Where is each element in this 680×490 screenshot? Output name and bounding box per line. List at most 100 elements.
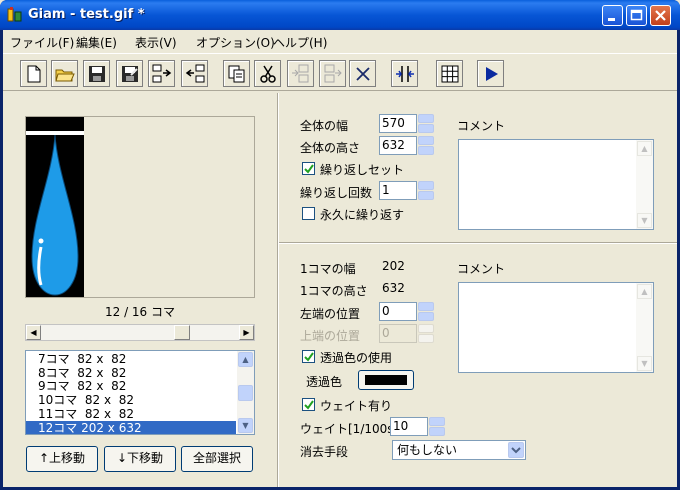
cut-button[interactable] (254, 60, 281, 87)
loop-forever-checkbox[interactable] (302, 207, 315, 220)
left-position-spinner[interactable] (418, 302, 434, 321)
total-height-input[interactable]: 632 (379, 136, 417, 155)
global-comment-label: コメント (457, 119, 506, 133)
paste-before-icon (292, 64, 309, 83)
frame-list-scroll-thumb[interactable] (238, 385, 253, 401)
global-comment-textarea[interactable]: ▲ ▼ (458, 139, 654, 230)
fit-size-icon (396, 66, 414, 82)
transparent-color-use-label: 透過色の使用 (320, 351, 393, 365)
top-position-spinner[interactable] (418, 324, 434, 343)
disposal-select[interactable]: 何もしない (392, 440, 526, 460)
paste-after-button[interactable] (319, 60, 346, 87)
loop-count-spinner[interactable] (418, 181, 434, 200)
save-as-icon (122, 66, 138, 82)
title-bar[interactable]: Giam - test.gif * (0, 0, 680, 30)
preview-image (26, 117, 84, 297)
minimize-icon (608, 18, 615, 21)
disposal-select-value: 何もしない (397, 443, 458, 457)
app-icon (7, 7, 22, 22)
menu-help[interactable]: ヘルプ(H) (273, 34, 327, 51)
paste-before-button[interactable] (287, 60, 314, 87)
save-button[interactable] (83, 60, 110, 87)
top-position-input[interactable]: 0 (379, 324, 417, 343)
open-file-button[interactable] (51, 60, 78, 87)
scroll-left-button[interactable]: ◀ (26, 325, 41, 340)
frame-height-value: 632 (379, 279, 417, 298)
export-frame-icon (185, 64, 205, 83)
menu-file[interactable]: ファイル(F) (10, 34, 74, 51)
export-frame-button[interactable] (181, 60, 208, 87)
wait-label: ウェイト有り (320, 399, 393, 413)
color-swatch (365, 375, 407, 385)
play-button[interactable] (477, 60, 504, 87)
frame-preview (25, 116, 255, 298)
loop-set-label: 繰り返しセット (320, 163, 405, 177)
save-icon (89, 66, 105, 82)
menu-view[interactable]: 表示(V) (135, 34, 177, 51)
left-position-input[interactable]: 0 (379, 302, 417, 321)
scroll-up-button[interactable]: ▲ (238, 352, 253, 367)
frame-counter: 12 / 16 コマ (104, 305, 176, 319)
fit-size-button[interactable] (391, 60, 418, 87)
disposal-label: 消去手段 (300, 445, 349, 459)
total-width-spinner[interactable] (418, 114, 434, 133)
menu-edit[interactable]: 編集(E) (76, 34, 117, 51)
wait-value-label: ウェイト[1/100s] (300, 422, 399, 436)
move-up-button[interactable]: ↑上移動 (26, 446, 98, 472)
loop-forever-label: 永久に繰り返す (320, 208, 405, 222)
delete-button[interactable] (349, 60, 376, 87)
menu-bar: ファイル(F) 編集(E) 表示(V) オプション(O) ヘルプ(H) (3, 30, 677, 52)
play-icon (486, 67, 498, 81)
move-down-button[interactable]: ↓下移動 (104, 446, 176, 472)
select-all-button[interactable]: 全部選択 (181, 446, 253, 472)
frame-slider-thumb[interactable] (173, 325, 190, 340)
maximize-button[interactable] (626, 5, 647, 26)
frame-list-scrollbar[interactable]: ▲ ▼ (237, 351, 254, 434)
window-title: Giam - test.gif * (28, 7, 145, 22)
save-as-button[interactable] (116, 60, 143, 87)
chevron-down-icon[interactable] (508, 442, 524, 458)
frame-width-label: 1コマの幅 (300, 262, 356, 276)
transparent-color-label: 透過色 (306, 375, 343, 389)
check-icon (304, 164, 314, 174)
loop-count-input[interactable]: 1 (379, 181, 417, 200)
copy-button[interactable] (223, 60, 250, 87)
panel-divider-horizontal (279, 242, 677, 244)
frame-list-item[interactable]: 8コマ 82 x 82 (26, 366, 236, 380)
loop-set-checkbox[interactable] (302, 162, 315, 175)
frame-list-item[interactable]: 10コマ 82 x 82 (26, 393, 236, 407)
wait-checkbox[interactable] (302, 398, 315, 411)
transparent-color-checkbox[interactable] (302, 350, 315, 363)
frame-list-item[interactable]: 7コマ 82 x 82 (26, 352, 236, 366)
open-folder-icon (55, 69, 75, 82)
transparent-color-button[interactable] (358, 370, 414, 390)
frame-list-item[interactable]: 11コマ 82 x 82 (26, 407, 236, 421)
frame-comment-textarea[interactable]: ▲ ▼ (458, 282, 654, 373)
frame-list-item[interactable]: 12コマ 202 x 632 (26, 420, 236, 434)
total-width-label: 全体の幅 (300, 119, 349, 133)
menu-options[interactable]: オプション(O) (196, 34, 275, 51)
total-height-spinner[interactable] (418, 136, 434, 155)
toolbar (3, 53, 677, 91)
close-button[interactable] (650, 5, 671, 26)
left-position-label: 左端の位置 (300, 307, 361, 321)
new-file-button[interactable] (20, 60, 47, 87)
scroll-right-button[interactable]: ▶ (239, 325, 254, 340)
frame-height-label: 1コマの高さ (300, 284, 368, 298)
frame-list[interactable]: 7コマ 82 x 82 8コマ 82 x 82 9コマ 82 x 82 10コマ 82… (25, 350, 255, 435)
water-drop-image (26, 131, 84, 296)
top-position-label: 上端の位置 (300, 329, 361, 343)
cut-icon (260, 65, 276, 83)
wait-value-spinner[interactable] (429, 417, 445, 436)
minimize-button[interactable] (602, 5, 623, 26)
import-frame-button[interactable] (148, 60, 175, 87)
scroll-down-button[interactable]: ▼ (238, 418, 253, 433)
frame-list-item[interactable]: 9コマ 82 x 82 (26, 379, 236, 393)
total-width-input[interactable]: 570 (379, 114, 417, 133)
client-area: ファイル(F) 編集(E) 表示(V) オプション(O) ヘルプ(H) 12 /… (3, 30, 677, 487)
frame-comment-label: コメント (457, 262, 506, 276)
grid-button[interactable] (436, 60, 463, 87)
wait-value-input[interactable]: 10 (390, 417, 428, 436)
frame-slider[interactable]: ◀ ▶ (25, 324, 255, 341)
app-window: Giam - test.gif * ファイル(F) 編集(E) 表示(V) オプ… (0, 0, 680, 490)
